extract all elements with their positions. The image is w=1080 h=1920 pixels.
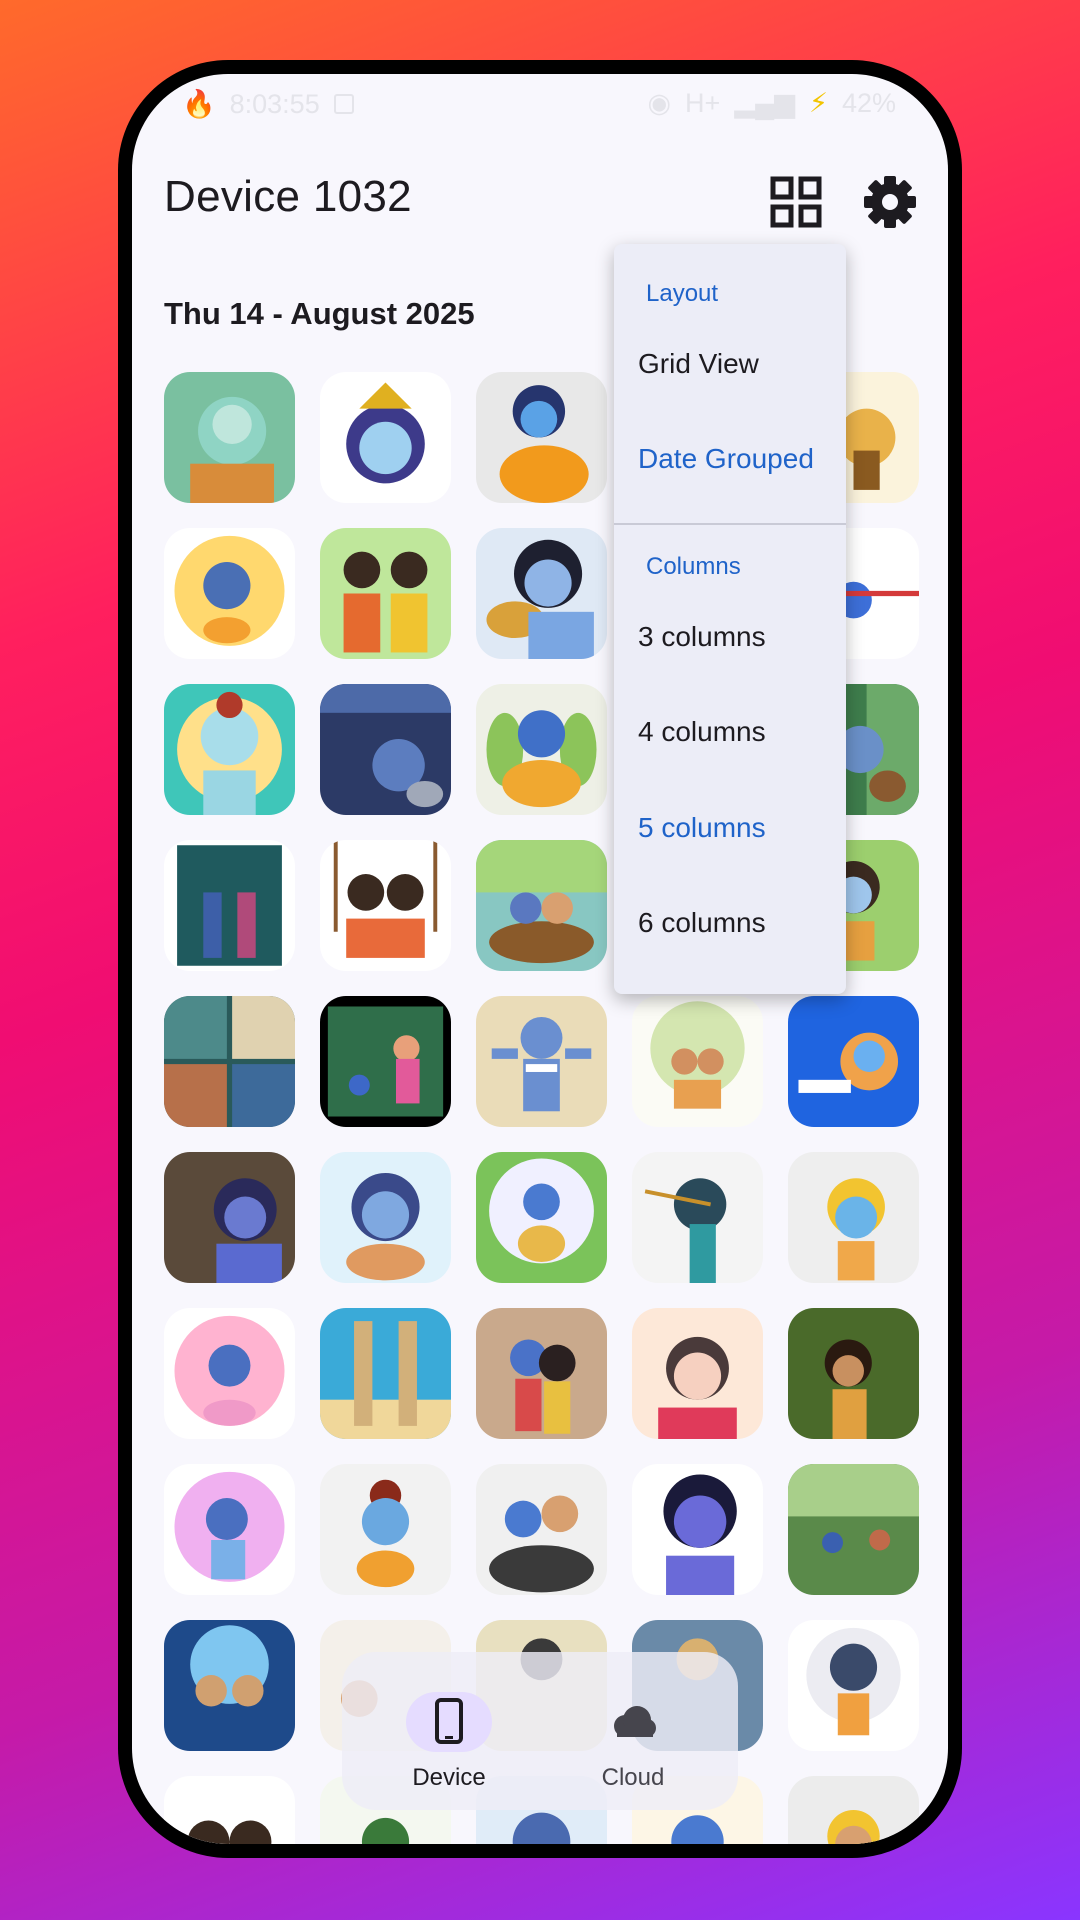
photo-thumbnail[interactable] <box>320 840 451 971</box>
photo-thumbnail[interactable] <box>164 372 295 503</box>
photo-thumbnail[interactable] <box>632 996 763 1127</box>
nav-cloud-label: Cloud <box>601 1764 665 1791</box>
photo-thumbnail[interactable] <box>320 996 451 1127</box>
photo-thumbnail[interactable] <box>788 1464 919 1595</box>
signal-icon: ▂▄▆ <box>734 88 795 118</box>
menu-section-columns: Columns <box>646 553 741 580</box>
menu-item-4-columns[interactable]: 4 columns <box>638 716 838 748</box>
nav-cloud[interactable]: Cloud <box>548 1652 718 1810</box>
eye-icon: ◉ <box>647 88 672 118</box>
app-screen: 🔥 8:03:55 ◉ H+ ▂▄▆ ⚡ 42% Device 1032 Thu… <box>132 74 948 1844</box>
layout-menu: Layout Grid View Date Grouped Columns 3 … <box>614 244 846 994</box>
photo-thumbnail[interactable] <box>164 1152 295 1283</box>
date-group-header: Thu 14 - August 2025 <box>164 296 475 331</box>
page-title: Device 1032 <box>164 172 412 221</box>
nav-device[interactable]: Device <box>364 1652 534 1810</box>
photo-thumbnail[interactable] <box>320 1152 451 1283</box>
menu-divider <box>614 523 846 525</box>
photo-thumbnail[interactable] <box>164 1308 295 1439</box>
menu-item-6-columns[interactable]: 6 columns <box>638 907 838 939</box>
status-time: 8:03:55 <box>229 88 320 119</box>
photo-thumbnail[interactable] <box>476 684 607 815</box>
image-icon <box>333 94 354 114</box>
photo-thumbnail[interactable] <box>788 1308 919 1439</box>
phone-icon <box>435 1698 463 1744</box>
photo-thumbnail[interactable] <box>788 1776 919 1844</box>
photo-thumbnail[interactable] <box>320 528 451 659</box>
grid-icon <box>770 176 822 228</box>
photo-thumbnail[interactable] <box>476 1152 607 1283</box>
photo-thumbnail[interactable] <box>320 1308 451 1439</box>
photo-thumbnail[interactable] <box>788 1152 919 1283</box>
fire-icon: 🔥 <box>182 89 216 119</box>
photo-thumbnail[interactable] <box>164 1464 295 1595</box>
cloud-icon <box>614 1706 656 1737</box>
photo-thumbnail[interactable] <box>632 1152 763 1283</box>
photo-thumbnail[interactable] <box>476 528 607 659</box>
bottom-navigation: Device Cloud <box>342 1652 738 1810</box>
photo-thumbnail[interactable] <box>164 1776 295 1844</box>
network-label: H+ <box>685 88 721 118</box>
menu-item-3-columns[interactable]: 3 columns <box>638 621 838 653</box>
photo-thumbnail[interactable] <box>320 1464 451 1595</box>
nav-device-label: Device <box>412 1764 486 1791</box>
photo-thumbnail[interactable] <box>164 840 295 971</box>
photo-thumbnail[interactable] <box>788 996 919 1127</box>
photo-thumbnail[interactable] <box>476 1308 607 1439</box>
photo-thumbnail[interactable] <box>164 1620 295 1751</box>
photo-thumbnail[interactable] <box>320 372 451 503</box>
photo-thumbnail[interactable] <box>476 1464 607 1595</box>
menu-section-layout: Layout <box>646 280 719 307</box>
gear-icon <box>864 176 916 228</box>
menu-item-5-columns[interactable]: 5 columns <box>638 812 838 844</box>
photo-thumbnail[interactable] <box>476 840 607 971</box>
status-bar: 🔥 8:03:55 ◉ H+ ▂▄▆ ⚡ 42% <box>132 74 948 134</box>
menu-item-date-grouped[interactable]: Date Grouped <box>638 443 838 475</box>
menu-item-grid-view[interactable]: Grid View <box>638 348 838 380</box>
photo-thumbnail[interactable] <box>788 1620 919 1751</box>
photo-thumbnail[interactable] <box>632 1464 763 1595</box>
photo-thumbnail[interactable] <box>476 996 607 1127</box>
photo-thumbnail[interactable] <box>164 528 295 659</box>
photo-thumbnail[interactable] <box>164 684 295 815</box>
layout-button[interactable] <box>768 174 824 230</box>
photo-thumbnail[interactable] <box>476 372 607 503</box>
photo-thumbnail[interactable] <box>164 996 295 1127</box>
battery-percent: 42% <box>841 88 896 118</box>
charging-bolt-icon: ⚡ <box>808 88 828 118</box>
settings-button[interactable] <box>860 172 920 232</box>
photo-thumbnail[interactable] <box>632 1308 763 1439</box>
photo-thumbnail[interactable] <box>320 684 451 815</box>
